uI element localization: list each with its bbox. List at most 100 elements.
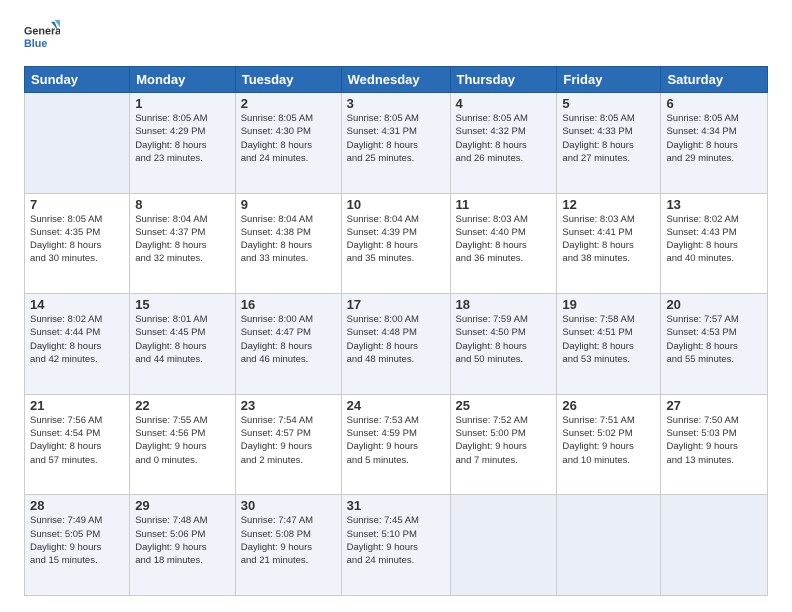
calendar-cell: 14Sunrise: 8:02 AM Sunset: 4:44 PM Dayli… bbox=[25, 294, 130, 395]
calendar-cell: 1Sunrise: 8:05 AM Sunset: 4:29 PM Daylig… bbox=[130, 93, 236, 194]
week-row-3: 14Sunrise: 8:02 AM Sunset: 4:44 PM Dayli… bbox=[25, 294, 768, 395]
calendar-cell: 13Sunrise: 8:02 AM Sunset: 4:43 PM Dayli… bbox=[661, 193, 768, 294]
day-info: Sunrise: 7:55 AM Sunset: 4:56 PM Dayligh… bbox=[135, 414, 230, 467]
calendar-cell: 3Sunrise: 8:05 AM Sunset: 4:31 PM Daylig… bbox=[341, 93, 450, 194]
calendar-cell: 29Sunrise: 7:48 AM Sunset: 5:06 PM Dayli… bbox=[130, 495, 236, 596]
calendar-cell: 8Sunrise: 8:04 AM Sunset: 4:37 PM Daylig… bbox=[130, 193, 236, 294]
day-info: Sunrise: 7:45 AM Sunset: 5:10 PM Dayligh… bbox=[347, 514, 445, 567]
day-number: 1 bbox=[135, 96, 230, 111]
calendar-cell: 26Sunrise: 7:51 AM Sunset: 5:02 PM Dayli… bbox=[557, 394, 661, 495]
day-number: 18 bbox=[456, 297, 552, 312]
weekday-header-friday: Friday bbox=[557, 67, 661, 93]
calendar-cell: 10Sunrise: 8:04 AM Sunset: 4:39 PM Dayli… bbox=[341, 193, 450, 294]
calendar-cell: 28Sunrise: 7:49 AM Sunset: 5:05 PM Dayli… bbox=[25, 495, 130, 596]
calendar-cell: 19Sunrise: 7:58 AM Sunset: 4:51 PM Dayli… bbox=[557, 294, 661, 395]
weekday-header-row: SundayMondayTuesdayWednesdayThursdayFrid… bbox=[25, 67, 768, 93]
day-info: Sunrise: 7:59 AM Sunset: 4:50 PM Dayligh… bbox=[456, 313, 552, 366]
calendar-cell: 21Sunrise: 7:56 AM Sunset: 4:54 PM Dayli… bbox=[25, 394, 130, 495]
calendar-cell bbox=[557, 495, 661, 596]
logo: General Blue bbox=[24, 20, 60, 56]
calendar-cell: 15Sunrise: 8:01 AM Sunset: 4:45 PM Dayli… bbox=[130, 294, 236, 395]
day-info: Sunrise: 8:03 AM Sunset: 4:40 PM Dayligh… bbox=[456, 213, 552, 266]
weekday-header-thursday: Thursday bbox=[450, 67, 557, 93]
day-number: 24 bbox=[347, 398, 445, 413]
day-info: Sunrise: 7:47 AM Sunset: 5:08 PM Dayligh… bbox=[241, 514, 336, 567]
calendar-cell: 12Sunrise: 8:03 AM Sunset: 4:41 PM Dayli… bbox=[557, 193, 661, 294]
calendar-cell bbox=[450, 495, 557, 596]
day-number: 2 bbox=[241, 96, 336, 111]
week-row-2: 7Sunrise: 8:05 AM Sunset: 4:35 PM Daylig… bbox=[25, 193, 768, 294]
weekday-header-monday: Monday bbox=[130, 67, 236, 93]
day-info: Sunrise: 8:02 AM Sunset: 4:44 PM Dayligh… bbox=[30, 313, 124, 366]
weekday-header-wednesday: Wednesday bbox=[341, 67, 450, 93]
day-info: Sunrise: 7:51 AM Sunset: 5:02 PM Dayligh… bbox=[562, 414, 655, 467]
day-number: 28 bbox=[30, 498, 124, 513]
day-info: Sunrise: 7:58 AM Sunset: 4:51 PM Dayligh… bbox=[562, 313, 655, 366]
calendar-cell bbox=[25, 93, 130, 194]
logo-icon: General Blue bbox=[24, 20, 60, 56]
weekday-header-saturday: Saturday bbox=[661, 67, 768, 93]
weekday-header-sunday: Sunday bbox=[25, 67, 130, 93]
calendar-cell bbox=[661, 495, 768, 596]
calendar-cell: 5Sunrise: 8:05 AM Sunset: 4:33 PM Daylig… bbox=[557, 93, 661, 194]
day-number: 14 bbox=[30, 297, 124, 312]
day-number: 7 bbox=[30, 197, 124, 212]
day-number: 29 bbox=[135, 498, 230, 513]
day-info: Sunrise: 8:04 AM Sunset: 4:39 PM Dayligh… bbox=[347, 213, 445, 266]
day-info: Sunrise: 8:05 AM Sunset: 4:33 PM Dayligh… bbox=[562, 112, 655, 165]
day-number: 23 bbox=[241, 398, 336, 413]
day-number: 5 bbox=[562, 96, 655, 111]
day-info: Sunrise: 8:05 AM Sunset: 4:32 PM Dayligh… bbox=[456, 112, 552, 165]
day-info: Sunrise: 8:03 AM Sunset: 4:41 PM Dayligh… bbox=[562, 213, 655, 266]
calendar-cell: 9Sunrise: 8:04 AM Sunset: 4:38 PM Daylig… bbox=[235, 193, 341, 294]
day-info: Sunrise: 7:56 AM Sunset: 4:54 PM Dayligh… bbox=[30, 414, 124, 467]
day-number: 4 bbox=[456, 96, 552, 111]
day-info: Sunrise: 7:54 AM Sunset: 4:57 PM Dayligh… bbox=[241, 414, 336, 467]
day-number: 3 bbox=[347, 96, 445, 111]
day-number: 30 bbox=[241, 498, 336, 513]
day-info: Sunrise: 7:57 AM Sunset: 4:53 PM Dayligh… bbox=[666, 313, 762, 366]
day-number: 13 bbox=[666, 197, 762, 212]
svg-text:General: General bbox=[24, 25, 60, 37]
calendar-cell: 27Sunrise: 7:50 AM Sunset: 5:03 PM Dayli… bbox=[661, 394, 768, 495]
calendar-cell: 30Sunrise: 7:47 AM Sunset: 5:08 PM Dayli… bbox=[235, 495, 341, 596]
day-number: 6 bbox=[666, 96, 762, 111]
calendar-cell: 25Sunrise: 7:52 AM Sunset: 5:00 PM Dayli… bbox=[450, 394, 557, 495]
calendar-cell: 17Sunrise: 8:00 AM Sunset: 4:48 PM Dayli… bbox=[341, 294, 450, 395]
day-info: Sunrise: 8:05 AM Sunset: 4:30 PM Dayligh… bbox=[241, 112, 336, 165]
day-info: Sunrise: 7:48 AM Sunset: 5:06 PM Dayligh… bbox=[135, 514, 230, 567]
calendar-cell: 4Sunrise: 8:05 AM Sunset: 4:32 PM Daylig… bbox=[450, 93, 557, 194]
day-info: Sunrise: 8:05 AM Sunset: 4:35 PM Dayligh… bbox=[30, 213, 124, 266]
calendar-cell: 23Sunrise: 7:54 AM Sunset: 4:57 PM Dayli… bbox=[235, 394, 341, 495]
svg-text:Blue: Blue bbox=[24, 38, 47, 50]
day-number: 19 bbox=[562, 297, 655, 312]
day-number: 12 bbox=[562, 197, 655, 212]
calendar-cell: 11Sunrise: 8:03 AM Sunset: 4:40 PM Dayli… bbox=[450, 193, 557, 294]
day-info: Sunrise: 8:01 AM Sunset: 4:45 PM Dayligh… bbox=[135, 313, 230, 366]
calendar-table: SundayMondayTuesdayWednesdayThursdayFrid… bbox=[24, 66, 768, 596]
day-number: 8 bbox=[135, 197, 230, 212]
header: General Blue bbox=[24, 20, 768, 56]
day-info: Sunrise: 7:49 AM Sunset: 5:05 PM Dayligh… bbox=[30, 514, 124, 567]
calendar-cell: 16Sunrise: 8:00 AM Sunset: 4:47 PM Dayli… bbox=[235, 294, 341, 395]
day-number: 25 bbox=[456, 398, 552, 413]
day-info: Sunrise: 8:00 AM Sunset: 4:48 PM Dayligh… bbox=[347, 313, 445, 366]
day-number: 31 bbox=[347, 498, 445, 513]
week-row-4: 21Sunrise: 7:56 AM Sunset: 4:54 PM Dayli… bbox=[25, 394, 768, 495]
calendar-cell: 6Sunrise: 8:05 AM Sunset: 4:34 PM Daylig… bbox=[661, 93, 768, 194]
day-info: Sunrise: 8:05 AM Sunset: 4:29 PM Dayligh… bbox=[135, 112, 230, 165]
calendar-cell: 20Sunrise: 7:57 AM Sunset: 4:53 PM Dayli… bbox=[661, 294, 768, 395]
day-number: 9 bbox=[241, 197, 336, 212]
day-number: 22 bbox=[135, 398, 230, 413]
weekday-header-tuesday: Tuesday bbox=[235, 67, 341, 93]
day-number: 20 bbox=[666, 297, 762, 312]
day-info: Sunrise: 7:52 AM Sunset: 5:00 PM Dayligh… bbox=[456, 414, 552, 467]
day-number: 16 bbox=[241, 297, 336, 312]
day-number: 15 bbox=[135, 297, 230, 312]
calendar-cell: 2Sunrise: 8:05 AM Sunset: 4:30 PM Daylig… bbox=[235, 93, 341, 194]
week-row-1: 1Sunrise: 8:05 AM Sunset: 4:29 PM Daylig… bbox=[25, 93, 768, 194]
day-info: Sunrise: 8:05 AM Sunset: 4:31 PM Dayligh… bbox=[347, 112, 445, 165]
day-number: 17 bbox=[347, 297, 445, 312]
day-info: Sunrise: 8:02 AM Sunset: 4:43 PM Dayligh… bbox=[666, 213, 762, 266]
day-info: Sunrise: 8:00 AM Sunset: 4:47 PM Dayligh… bbox=[241, 313, 336, 366]
